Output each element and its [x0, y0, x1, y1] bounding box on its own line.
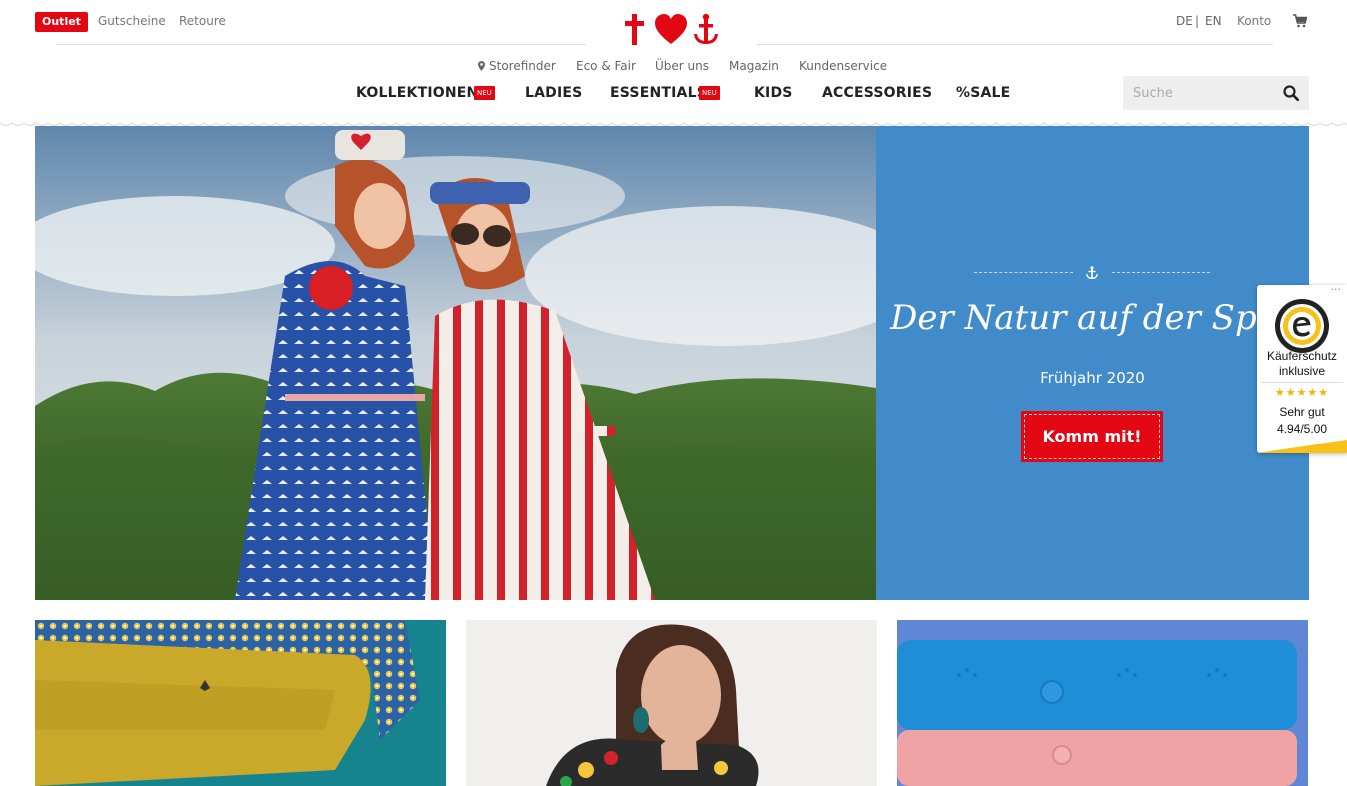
trusted-shops-included-label: inklusive	[1278, 364, 1326, 378]
nav-essentials[interactable]: ESSENTIALS	[610, 85, 707, 101]
nav-kids[interactable]: KIDS	[754, 85, 793, 101]
returns-link[interactable]: Retoure	[179, 14, 226, 28]
trusted-shops-menu-dots[interactable]: ···	[1331, 285, 1342, 296]
vouchers-link[interactable]: Gutscheine	[98, 14, 166, 28]
about-link[interactable]: Über uns	[655, 59, 709, 73]
hero-subtitle: Frühjahr 2020	[1040, 369, 1145, 387]
category-tile-knitwear[interactable]	[897, 620, 1308, 786]
new-badge-essentials: NEU	[699, 86, 720, 100]
trusted-shops-rating-value: 4.94/5.00	[1276, 422, 1328, 436]
lang-en-link[interactable]: EN	[1205, 14, 1222, 28]
storefinder-link[interactable]: Storefinder	[478, 59, 556, 73]
site-header: Outlet Gutscheine Retoure DE | EN Konto …	[0, 0, 1347, 126]
search-icon[interactable]	[1283, 85, 1299, 101]
hero-photo-two-women	[35, 126, 876, 600]
tile-photo-folded-cardigans	[897, 620, 1308, 786]
nav-ladies[interactable]: LADIES	[525, 85, 582, 101]
nav-accessories[interactable]: ACCESSORIES	[822, 85, 932, 101]
header-divider-right	[757, 44, 1273, 45]
tile-photo-woman-floral-blouse	[466, 620, 877, 786]
nav-kollektionen[interactable]: KOLLEKTIONEN	[356, 85, 478, 101]
outlet-link[interactable]: Outlet	[35, 12, 88, 32]
new-badge-kollektionen: NEU	[474, 86, 495, 100]
trusted-shops-seal-icon	[1275, 299, 1329, 353]
search-box	[1123, 76, 1309, 110]
account-link[interactable]: Konto	[1237, 14, 1271, 28]
hero-divider-left	[974, 272, 1073, 273]
hero-text-panel: Der Natur auf der Spur Frühjahr 2020 Kom…	[876, 126, 1309, 600]
trusted-shops-divider	[1261, 382, 1343, 383]
storefinder-label: Storefinder	[489, 59, 556, 73]
trusted-shops-badge[interactable]: ··· Käuferschutz inklusive ★★★★★ Sehr gu…	[1257, 285, 1347, 453]
customer-service-link[interactable]: Kundenservice	[799, 59, 887, 73]
trusted-shops-protection-label: Käuferschutz	[1266, 349, 1338, 363]
tile-photo-yellow-trousers	[35, 620, 446, 786]
logo-cross-heart-anchor-icon[interactable]	[623, 12, 719, 46]
magazine-link[interactable]: Magazin	[729, 59, 779, 73]
lang-separator: |	[1195, 14, 1200, 28]
category-tile-ladies[interactable]	[466, 620, 877, 786]
header-divider-left	[56, 44, 586, 45]
trusted-shops-rating-label: Sehr gut	[1279, 405, 1325, 419]
hero-divider-right	[1112, 272, 1210, 273]
lang-de-link[interactable]: DE	[1176, 14, 1193, 28]
search-input[interactable]	[1123, 76, 1273, 110]
trusted-shops-rating-stars: ★★★★★	[1274, 386, 1330, 399]
hero-title: Der Natur auf der Spur	[890, 298, 1295, 338]
category-tile-trousers[interactable]	[35, 620, 446, 786]
hero-cta-button[interactable]: Komm mit!	[1021, 411, 1163, 462]
anchor-icon	[1086, 266, 1098, 279]
hero-image[interactable]	[35, 126, 876, 600]
cart-icon[interactable]	[1293, 14, 1307, 28]
nav-sale[interactable]: %SALE	[956, 85, 1010, 101]
map-pin-icon	[478, 61, 485, 71]
eco-fair-link[interactable]: Eco & Fair	[576, 59, 636, 73]
trusted-shops-ribbon	[1257, 440, 1347, 453]
